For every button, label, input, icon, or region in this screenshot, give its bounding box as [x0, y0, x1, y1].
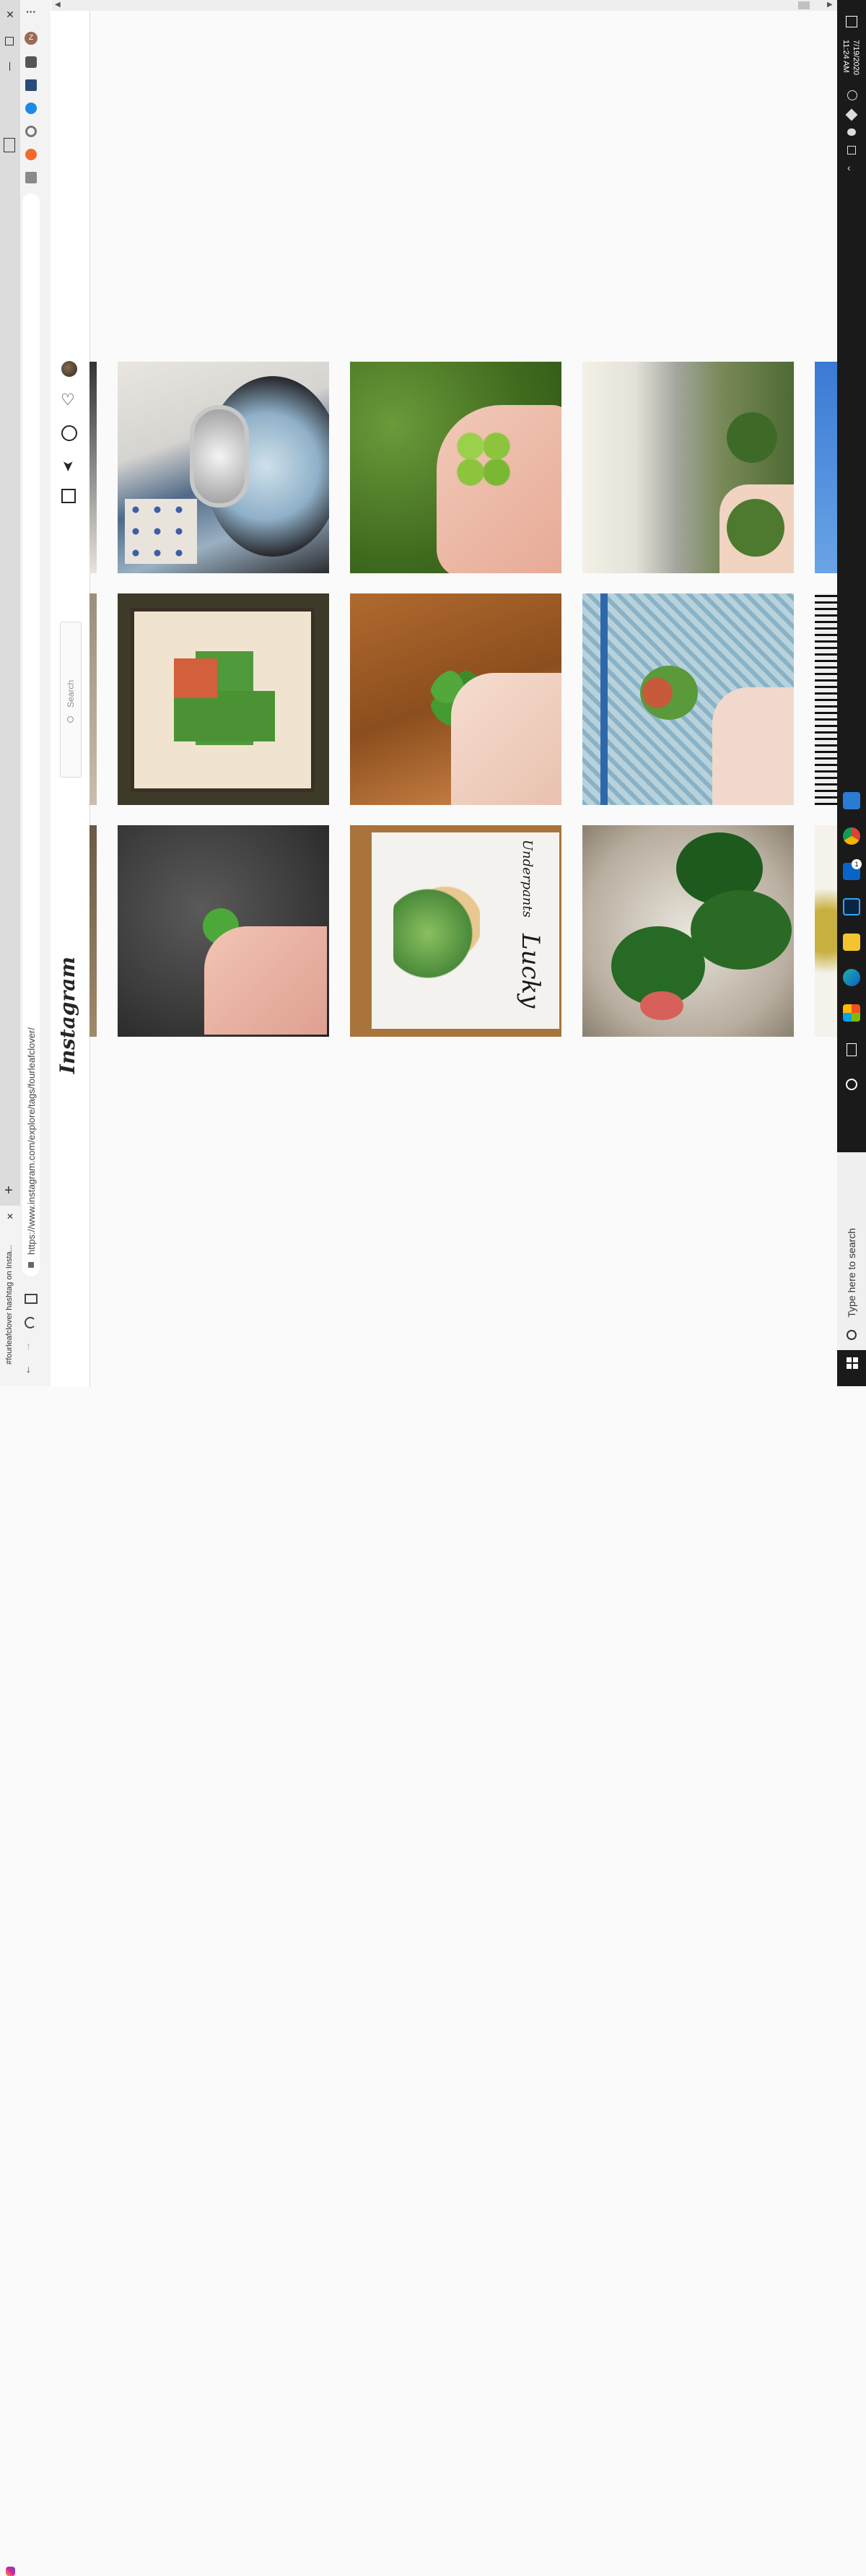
diamond-ring	[190, 405, 249, 508]
explore-compass-icon[interactable]	[61, 425, 77, 441]
orange-clover-leaf	[174, 658, 217, 698]
glass-pattern	[640, 991, 683, 1020]
browser-toolbar: ··· Z https://www.instagram.com/explore/…	[20, 0, 51, 1386]
post-lucky-underpants-card[interactable]: Lucky Underpants	[350, 825, 561, 1037]
card-text-lucky: Lucky	[516, 934, 545, 1009]
direct-message-icon[interactable]: ➤	[59, 460, 77, 472]
hand	[451, 673, 561, 805]
new-tab-button[interactable]: +	[4, 1183, 13, 1199]
hand	[712, 687, 794, 805]
windows-taskbar: 11:24 AM 7/19/2020 ‹ 1 Type here to sear…	[837, 0, 866, 1386]
profile-avatar[interactable]: Z	[25, 32, 38, 45]
clover	[640, 666, 698, 720]
fence-pole	[600, 593, 608, 805]
search-input[interactable]: Search	[60, 622, 82, 778]
clock-time[interactable]: 11:24 AM	[841, 40, 850, 73]
home-icon[interactable]	[61, 489, 76, 503]
card-text-underpants: Underpants	[520, 840, 535, 918]
notification-badge: 1	[852, 859, 862, 869]
show-hidden-icons-icon[interactable]: ‹	[847, 162, 851, 173]
more-menu-icon[interactable]: ···	[26, 6, 36, 17]
post-ring[interactable]	[118, 362, 329, 573]
post-partial[interactable]	[89, 593, 97, 805]
active-tab[interactable]: ✕ #fourleafclover hashtag on Insta...	[0, 1206, 20, 2576]
post-wood-clover-art[interactable]	[118, 593, 329, 805]
back-icon[interactable]: ↓	[26, 1363, 31, 1375]
posts-grid: Lucky Underpants	[89, 11, 837, 1386]
post-partial[interactable]	[89, 362, 97, 573]
tab-title: #fourleafclover hashtag on Insta...	[5, 1245, 14, 1365]
underpants-illustration	[393, 883, 480, 984]
post-clover-fence[interactable]	[582, 593, 794, 805]
restore-window-icon[interactable]	[5, 37, 14, 45]
scroll-left-icon[interactable]: ◀	[55, 1, 61, 9]
photoshop-app-icon[interactable]	[843, 898, 860, 915]
profile-avatar-icon[interactable]	[61, 361, 77, 377]
watercolor-card: Lucky Underpants	[372, 832, 559, 1029]
wood-frame	[131, 608, 315, 792]
store-app-icon[interactable]	[843, 1004, 860, 1022]
extensions-puzzle-icon[interactable]	[25, 56, 37, 68]
lock-icon[interactable]	[28, 1262, 34, 1268]
blue-pattern	[125, 499, 197, 564]
extension-orange-icon[interactable]	[25, 149, 37, 160]
dropbox-icon[interactable]	[845, 108, 858, 121]
instagram-favicon-icon	[6, 2567, 15, 2576]
browser-tab-strip: ✕ + ✕ #fourleafclover hashtag on Insta..…	[0, 0, 20, 2576]
close-window-icon[interactable]: ✕	[4, 9, 16, 20]
onedrive-icon[interactable]	[847, 129, 856, 136]
tab-close-icon[interactable]: ✕	[6, 1211, 14, 1222]
edge-app-icon[interactable]	[843, 969, 860, 986]
volume-icon[interactable]	[847, 146, 856, 155]
extension-g-icon[interactable]	[25, 172, 37, 183]
post-partial[interactable]	[815, 362, 837, 573]
address-bar[interactable]: https://www.instagram.com/explore/tags/f…	[22, 193, 40, 1276]
clover-leaf	[691, 890, 792, 970]
pen-icon[interactable]	[847, 90, 857, 100]
settings-app-icon[interactable]	[843, 792, 860, 809]
post-clover-dark[interactable]	[118, 825, 329, 1037]
search-icon	[67, 716, 74, 723]
file-explorer-icon[interactable]	[843, 934, 860, 951]
clover	[727, 412, 777, 463]
scroll-right-icon[interactable]: ▶	[827, 1, 833, 9]
instagram-nav-bar: ♡ ➤ Search Instagram	[51, 0, 90, 1386]
task-view-icon[interactable]	[847, 1043, 857, 1056]
post-partial[interactable]	[89, 825, 97, 1037]
instagram-logo[interactable]: Instagram	[56, 957, 79, 1074]
minimize-window-icon[interactable]	[9, 62, 10, 71]
reload-icon[interactable]	[25, 1317, 36, 1328]
extension-blue-icon[interactable]	[25, 103, 37, 114]
horizontal-scrollbar[interactable]: ◀ ▶	[51, 0, 837, 11]
clover	[727, 499, 784, 557]
clock-date[interactable]: 7/19/2020	[852, 40, 860, 75]
search-icon	[847, 1330, 857, 1340]
forward-icon[interactable]: ↑	[26, 1340, 31, 1352]
extension-circle-icon[interactable]	[25, 126, 37, 137]
post-partial[interactable]	[815, 593, 837, 805]
taskbar-search-box[interactable]: Type here to search	[837, 1152, 866, 1350]
search-placeholder: Search	[66, 680, 76, 708]
post-clover-table[interactable]	[350, 593, 561, 805]
extension-chart-icon[interactable]	[25, 79, 37, 91]
post-clover-glass[interactable]	[582, 825, 794, 1037]
scrollbar-thumb[interactable]	[798, 1, 810, 9]
hand	[204, 926, 327, 1035]
post-clover-path[interactable]	[582, 362, 794, 573]
chrome-app-icon[interactable]	[843, 827, 860, 845]
activity-heart-icon[interactable]: ♡	[61, 392, 75, 408]
tab-layout-icon[interactable]	[4, 138, 15, 152]
cortana-icon[interactable]	[846, 1079, 857, 1090]
url-text: https://www.instagram.com/explore/tags/f…	[26, 1027, 37, 1255]
start-windows-icon[interactable]	[847, 1357, 858, 1369]
notification-center-icon[interactable]	[846, 16, 857, 27]
home-icon[interactable]	[25, 1294, 38, 1304]
post-partial[interactable]	[815, 825, 837, 1037]
clover	[451, 427, 516, 492]
post-clover-grass[interactable]	[350, 362, 561, 573]
taskbar-search-placeholder: Type here to search	[846, 1228, 857, 1318]
green-clover-shape	[174, 691, 275, 741]
